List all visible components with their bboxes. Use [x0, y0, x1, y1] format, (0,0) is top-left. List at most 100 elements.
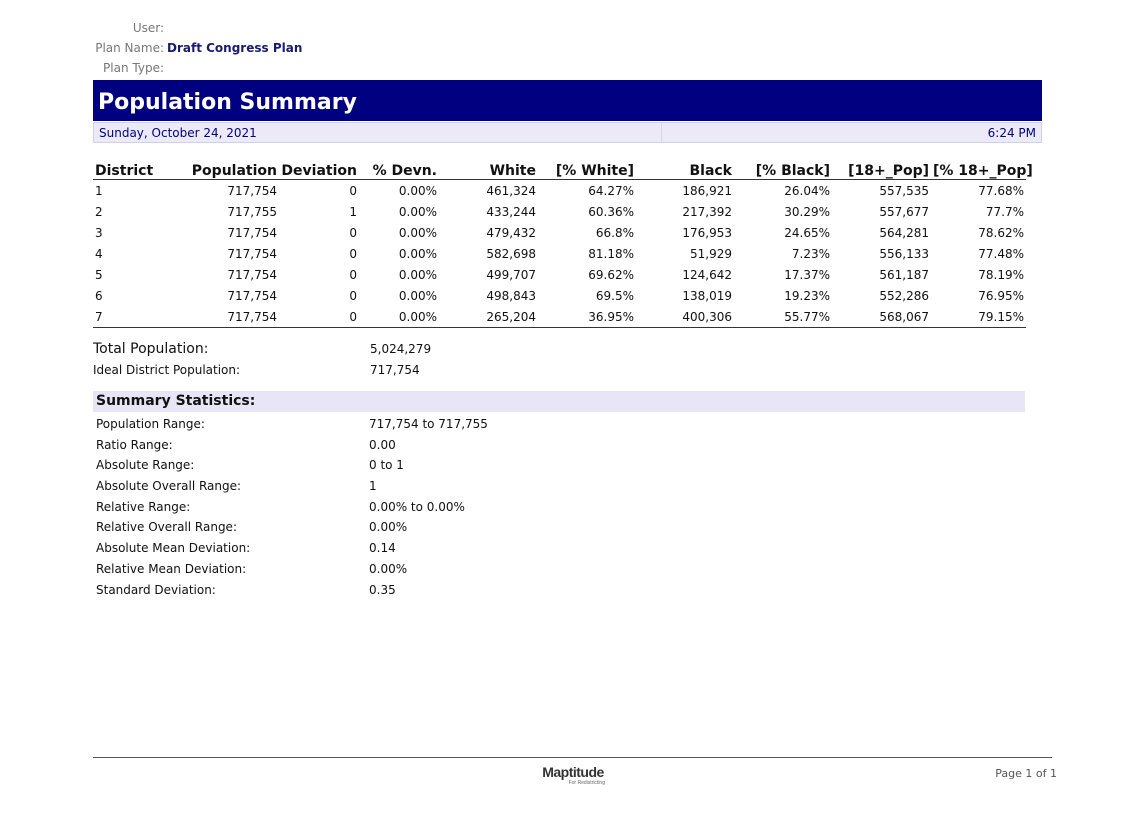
col-black: Black	[636, 157, 734, 180]
report-date: Sunday, October 24, 2021	[99, 125, 257, 140]
cell-deviation: 0	[349, 225, 357, 240]
summary-statistics: Population Range: 717,754 to 717,755 Rati…	[96, 414, 696, 600]
stat-value: 0.14	[369, 541, 396, 556]
table-row: 7 717,754 0 0.00% 265,204 36.95% 400,306…	[93, 306, 1026, 328]
cell-pct-white: 69.5%	[595, 288, 634, 303]
plan-name-label: Plan Name:	[95, 41, 164, 55]
table-row: 1 717,754 0 0.00% 461,324 64.27% 186,921…	[93, 180, 1026, 202]
cell-pct-devn: 0.00%	[398, 246, 437, 261]
ideal-population-label: Ideal District Population:	[93, 363, 241, 377]
cell-district: 4	[95, 246, 103, 261]
footer-divider	[93, 757, 1052, 758]
cell-deviation: 0	[279, 306, 359, 328]
cell-deviation: 1	[349, 204, 357, 219]
cell-pct-devn: 0.00%	[359, 306, 439, 328]
cell-deviation: 0	[349, 246, 357, 261]
stat-label: Absolute Range:	[96, 458, 195, 473]
col-district: District	[93, 157, 183, 180]
stat-row: Absolute Range: 0 to 1	[96, 455, 696, 476]
stat-row: Ratio Range: 0.00	[96, 435, 696, 456]
stat-value: 0.00%	[369, 520, 408, 535]
stat-row: Relative Range: 0.00% to 0.00%	[96, 497, 696, 518]
totals-section: Total Population: 5,024,279 Ideal Distri…	[93, 340, 543, 382]
total-population-value: 5,024,279	[370, 342, 432, 356]
cell-pct-black: 24.65%	[784, 225, 830, 240]
stat-value: 0.00	[369, 437, 396, 452]
plan-type-row: Plan Type:	[94, 58, 302, 78]
stat-row: Relative Mean Deviation: 0.00%	[96, 559, 696, 580]
cell-pct-devn: 0.00%	[398, 267, 437, 282]
page-number: Page 1 of 1	[995, 767, 1057, 780]
stat-row: Absolute Mean Deviation: 0.14	[96, 538, 696, 559]
cell-pct-devn: 0.00%	[398, 225, 437, 240]
cell-pct-black: 55.77%	[734, 306, 832, 328]
stat-row: Relative Overall Range: 0.00%	[96, 517, 696, 538]
cell-18-pop: 557,535	[879, 183, 929, 198]
cell-white: 479,432	[486, 225, 536, 240]
table-row: 6 717,754 0 0.00% 498,843 69.5% 138,019 …	[93, 285, 1026, 306]
col-18-pop: [18+_Pop]	[832, 157, 931, 180]
cell-pct-black: 17.37%	[784, 267, 830, 282]
cell-black: 176,953	[682, 225, 732, 240]
cell-pct-white: 60.36%	[588, 204, 634, 219]
cell-black: 186,921	[682, 183, 732, 198]
user-row: User:	[94, 18, 302, 38]
cell-white: 461,324	[486, 183, 536, 198]
stat-label: Absolute Overall Range:	[96, 479, 242, 494]
table-row: 2 717,755 1 0.00% 433,244 60.36% 217,392…	[93, 201, 1026, 222]
cell-pct-devn: 0.00%	[398, 204, 437, 219]
logo-subtitle: For Redistricting	[568, 780, 605, 786]
cell-population: 717,755	[227, 204, 277, 219]
cell-pct-white: 64.27%	[588, 183, 634, 198]
total-population-label: Total Population:	[93, 341, 209, 357]
col-pct-black: [% Black]	[734, 157, 832, 180]
stat-label: Ratio Range:	[96, 437, 173, 452]
report-time: 6:24 PM	[987, 125, 1036, 140]
stat-label: Relative Overall Range:	[96, 520, 237, 535]
cell-pct-white: 66.8%	[595, 225, 634, 240]
col-population: Population	[183, 157, 279, 180]
cell-district: 7	[93, 306, 183, 328]
plan-type-label: Plan Type:	[103, 61, 164, 75]
cell-18-pop: 568,067	[832, 306, 931, 328]
cell-population: 717,754	[227, 183, 277, 198]
cell-18-pop: 556,133	[879, 246, 929, 261]
stat-value: 0.00% to 0.00%	[369, 499, 465, 514]
cell-pct-black: 30.29%	[784, 204, 830, 219]
table-header-row: District Population Deviation % Devn. Wh…	[93, 157, 1033, 180]
col-white: White	[439, 157, 538, 180]
cell-black: 138,019	[682, 288, 732, 303]
cell-white: 498,843	[486, 288, 536, 303]
total-population-row: Total Population: 5,024,279	[93, 340, 543, 361]
cell-deviation: 0	[349, 267, 357, 282]
date-band: Sunday, October 24, 2021 6:24 PM	[93, 122, 1042, 143]
col-pct-devn: % Devn.	[359, 157, 439, 180]
stat-value: 0.35	[369, 582, 396, 597]
table-row: 4 717,754 0 0.00% 582,698 81.18% 51,929 …	[93, 243, 1026, 264]
cell-pct-black: 19.23%	[784, 288, 830, 303]
stat-value: 0 to 1	[369, 458, 404, 473]
maptitude-logo: Maptitude For Redistricting	[538, 764, 608, 786]
cell-pct-white: 69.62%	[588, 267, 634, 282]
summary-statistics-header: Summary Statistics:	[93, 391, 1025, 412]
col-deviation: Deviation	[279, 157, 359, 180]
cell-pct-black: 7.23%	[791, 246, 830, 261]
cell-pct-black: 26.04%	[784, 183, 830, 198]
stat-row: Population Range: 717,754 to 717,755	[96, 414, 696, 435]
stat-label: Standard Deviation:	[96, 582, 216, 597]
cell-deviation: 0	[349, 288, 357, 303]
table-row: 3 717,754 0 0.00% 479,432 66.8% 176,953 …	[93, 222, 1026, 243]
cell-white: 265,204	[439, 306, 538, 328]
cell-deviation: 0	[349, 183, 357, 198]
cell-white: 499,707	[486, 267, 536, 282]
stat-label: Relative Range:	[96, 499, 191, 514]
col-pct-18-pop: [% 18+_Pop]	[931, 157, 1033, 180]
cell-18-pop: 552,286	[879, 288, 929, 303]
stat-value: 0.00%	[369, 561, 408, 576]
cell-pct-18-pop: 77.68%	[978, 183, 1024, 198]
cell-pct-white: 36.95%	[538, 306, 636, 328]
cell-population: 717,754	[227, 225, 277, 240]
cell-pct-18-pop: 78.62%	[978, 225, 1024, 240]
stat-row: Absolute Overall Range: 1	[96, 476, 696, 497]
population-table: District Population Deviation % Devn. Wh…	[93, 157, 1033, 328]
